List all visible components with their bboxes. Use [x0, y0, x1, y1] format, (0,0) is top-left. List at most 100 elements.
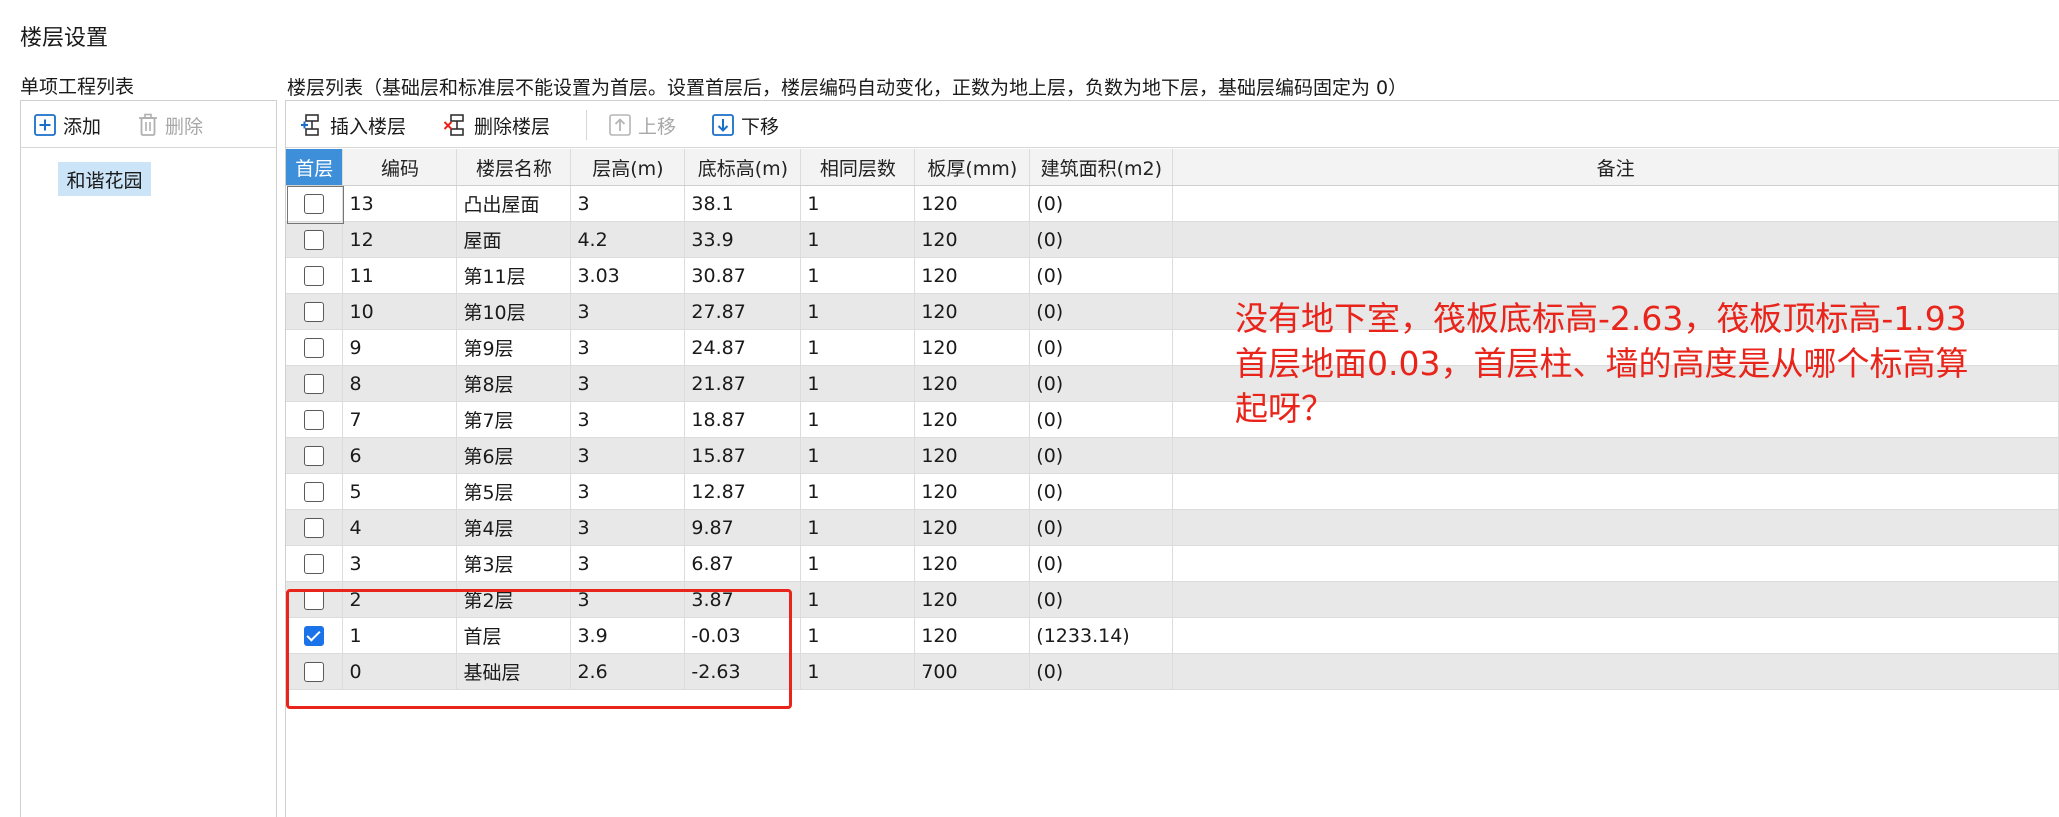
same-floor-count-cell[interactable]: 1 — [800, 473, 916, 510]
floor-name-cell[interactable]: 第5层 — [456, 473, 572, 510]
column-header-same-floor-count[interactable]: 相同层数 — [800, 149, 916, 186]
remarks-cell[interactable] — [1172, 617, 2059, 654]
remarks-cell[interactable] — [1172, 185, 2059, 222]
slab-thickness-cell[interactable]: 120 — [914, 329, 1031, 366]
floor-height-cell[interactable]: 3 — [570, 329, 686, 366]
building-area-cell[interactable]: (0) — [1029, 437, 1174, 474]
table-row[interactable]: 5 第5层 3 12.87 1 120 (0) — [286, 473, 2059, 510]
floor-height-cell[interactable]: 3 — [570, 473, 686, 510]
floor-name-cell[interactable]: 凸出屋面 — [456, 185, 572, 222]
floor-code-cell[interactable]: 6 — [342, 437, 458, 474]
first-floor-checkbox[interactable] — [304, 518, 325, 538]
slab-thickness-cell[interactable]: 700 — [914, 653, 1031, 690]
floor-name-cell[interactable]: 第6层 — [456, 437, 572, 474]
column-header-floor-name[interactable]: 楼层名称 — [456, 149, 572, 186]
floor-code-cell[interactable]: 7 — [342, 401, 458, 438]
floor-height-cell[interactable]: 3 — [570, 509, 686, 546]
column-header-slab-thickness[interactable]: 板厚(mm) — [914, 149, 1031, 186]
insert-floor-button[interactable]: 插入楼层 — [300, 112, 406, 138]
same-floor-count-cell[interactable]: 1 — [800, 221, 916, 258]
floor-code-cell[interactable]: 12 — [342, 221, 458, 258]
floor-height-cell[interactable]: 4.2 — [570, 221, 686, 258]
floor-code-cell[interactable]: 3 — [342, 545, 458, 582]
first-floor-checkbox[interactable] — [304, 302, 325, 322]
building-area-cell[interactable]: (0) — [1029, 653, 1174, 690]
floor-height-cell[interactable]: 3 — [570, 437, 686, 474]
floor-name-cell[interactable]: 第10层 — [456, 293, 572, 330]
same-floor-count-cell[interactable]: 1 — [800, 653, 916, 690]
bottom-elevation-cell[interactable]: 27.87 — [684, 293, 802, 330]
remarks-cell[interactable] — [1172, 545, 2059, 582]
building-area-cell[interactable]: (0) — [1029, 545, 1174, 582]
bottom-elevation-cell[interactable]: 24.87 — [684, 329, 802, 366]
bottom-elevation-cell[interactable]: 6.87 — [684, 545, 802, 582]
slab-thickness-cell[interactable]: 120 — [914, 185, 1031, 222]
remarks-cell[interactable] — [1172, 437, 2059, 474]
slab-thickness-cell[interactable]: 120 — [914, 257, 1031, 294]
floor-name-cell[interactable]: 第9层 — [456, 329, 572, 366]
first-floor-checkbox[interactable] — [304, 446, 325, 466]
same-floor-count-cell[interactable]: 1 — [800, 329, 916, 366]
bottom-elevation-cell[interactable]: 21.87 — [684, 365, 802, 402]
delete-project-button[interactable]: 删除 — [137, 112, 203, 138]
same-floor-count-cell[interactable]: 1 — [800, 437, 916, 474]
bottom-elevation-cell[interactable]: 30.87 — [684, 257, 802, 294]
building-area-cell[interactable]: (0) — [1029, 509, 1174, 546]
same-floor-count-cell[interactable]: 1 — [800, 293, 916, 330]
floor-code-cell[interactable]: 10 — [342, 293, 458, 330]
column-header-code[interactable]: 编码 — [342, 149, 458, 186]
same-floor-count-cell[interactable]: 1 — [800, 257, 916, 294]
slab-thickness-cell[interactable]: 120 — [914, 365, 1031, 402]
first-floor-checkbox[interactable] — [304, 482, 325, 502]
same-floor-count-cell[interactable]: 1 — [800, 185, 916, 222]
project-item[interactable]: 和谐花园 — [58, 162, 151, 196]
same-floor-count-cell[interactable]: 1 — [800, 581, 916, 618]
building-area-cell[interactable]: (0) — [1029, 257, 1174, 294]
table-row[interactable]: 11 第11层 3.03 30.87 1 120 (0) — [286, 257, 2059, 294]
floor-code-cell[interactable]: 13 — [342, 185, 458, 222]
building-area-cell[interactable]: (0) — [1029, 293, 1174, 330]
slab-thickness-cell[interactable]: 120 — [914, 437, 1031, 474]
first-floor-checkbox[interactable] — [304, 194, 325, 214]
remarks-cell[interactable] — [1172, 257, 2059, 294]
slab-thickness-cell[interactable]: 120 — [914, 473, 1031, 510]
floor-code-cell[interactable]: 11 — [342, 257, 458, 294]
floor-name-cell[interactable]: 屋面 — [456, 221, 572, 258]
same-floor-count-cell[interactable]: 1 — [800, 545, 916, 582]
table-row[interactable]: 3 第3层 3 6.87 1 120 (0) — [286, 545, 2059, 582]
remarks-cell[interactable] — [1172, 473, 2059, 510]
remarks-cell[interactable] — [1172, 221, 2059, 258]
floor-code-cell[interactable]: 4 — [342, 509, 458, 546]
floor-code-cell[interactable]: 8 — [342, 365, 458, 402]
bottom-elevation-cell[interactable]: 9.87 — [684, 509, 802, 546]
move-down-button[interactable]: 下移 — [711, 112, 779, 138]
slab-thickness-cell[interactable]: 120 — [914, 401, 1031, 438]
column-header-building-area[interactable]: 建筑面积(m2) — [1029, 149, 1174, 186]
floor-code-cell[interactable]: 5 — [342, 473, 458, 510]
slab-thickness-cell[interactable]: 120 — [914, 545, 1031, 582]
column-header-first-floor[interactable]: 首层 — [286, 149, 344, 186]
same-floor-count-cell[interactable]: 1 — [800, 617, 916, 654]
column-header-floor-height[interactable]: 层高(m) — [570, 149, 686, 186]
table-row[interactable]: 4 第4层 3 9.87 1 120 (0) — [286, 509, 2059, 546]
building-area-cell[interactable]: (0) — [1029, 185, 1174, 222]
bottom-elevation-cell[interactable]: 38.1 — [684, 185, 802, 222]
building-area-cell[interactable]: (0) — [1029, 329, 1174, 366]
bottom-elevation-cell[interactable]: 18.87 — [684, 401, 802, 438]
floor-height-cell[interactable]: 3.03 — [570, 257, 686, 294]
remarks-cell[interactable] — [1172, 581, 2059, 618]
building-area-cell[interactable]: (0) — [1029, 365, 1174, 402]
table-row[interactable]: 13 凸出屋面 3 38.1 1 120 (0) — [286, 185, 2059, 222]
floor-height-cell[interactable]: 3 — [570, 365, 686, 402]
remarks-cell[interactable] — [1172, 653, 2059, 690]
building-area-cell[interactable]: (0) — [1029, 401, 1174, 438]
delete-floor-button[interactable]: 删除楼层 — [444, 112, 550, 138]
floor-height-cell[interactable]: 3 — [570, 293, 686, 330]
bottom-elevation-cell[interactable]: 15.87 — [684, 437, 802, 474]
floor-name-cell[interactable]: 第7层 — [456, 401, 572, 438]
same-floor-count-cell[interactable]: 1 — [800, 365, 916, 402]
floor-name-cell[interactable]: 第8层 — [456, 365, 572, 402]
building-area-cell[interactable]: (0) — [1029, 581, 1174, 618]
floor-name-cell[interactable]: 第11层 — [456, 257, 572, 294]
same-floor-count-cell[interactable]: 1 — [800, 401, 916, 438]
